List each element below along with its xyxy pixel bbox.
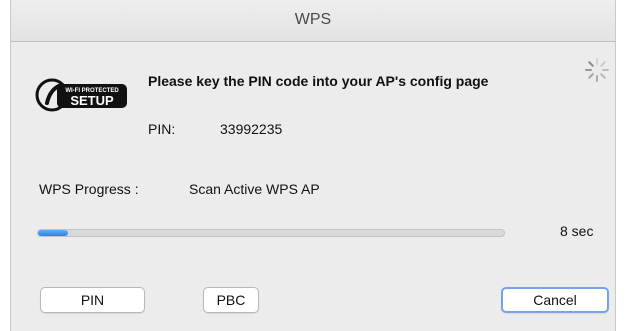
- logo-bottom-text: SETUP: [70, 93, 114, 108]
- pin-code-value: 33992235: [220, 121, 283, 137]
- cancel-button[interactable]: Cancel: [501, 287, 609, 313]
- wps-dialog: WPS WI-FI PROTECTED SETUP Please key the…: [10, 0, 616, 331]
- pin-button[interactable]: PIN: [40, 287, 145, 313]
- loading-spinner-icon: [585, 58, 609, 82]
- instruction-message: Please key the PIN code into your AP's c…: [148, 73, 489, 89]
- pbc-button[interactable]: PBC: [203, 287, 259, 313]
- progress-status: Scan Active WPS AP: [189, 181, 320, 197]
- pin-label: PIN:: [148, 121, 176, 137]
- window-title: WPS: [294, 11, 332, 28]
- title-bar[interactable]: WPS: [11, 0, 615, 42]
- progress-bar: [37, 229, 505, 237]
- progress-bar-fill: [38, 230, 69, 236]
- progress-label: WPS Progress :: [39, 181, 139, 197]
- wifi-protected-setup-logo: WI-FI PROTECTED SETUP: [35, 78, 127, 112]
- time-remaining: 8 sec: [560, 223, 594, 239]
